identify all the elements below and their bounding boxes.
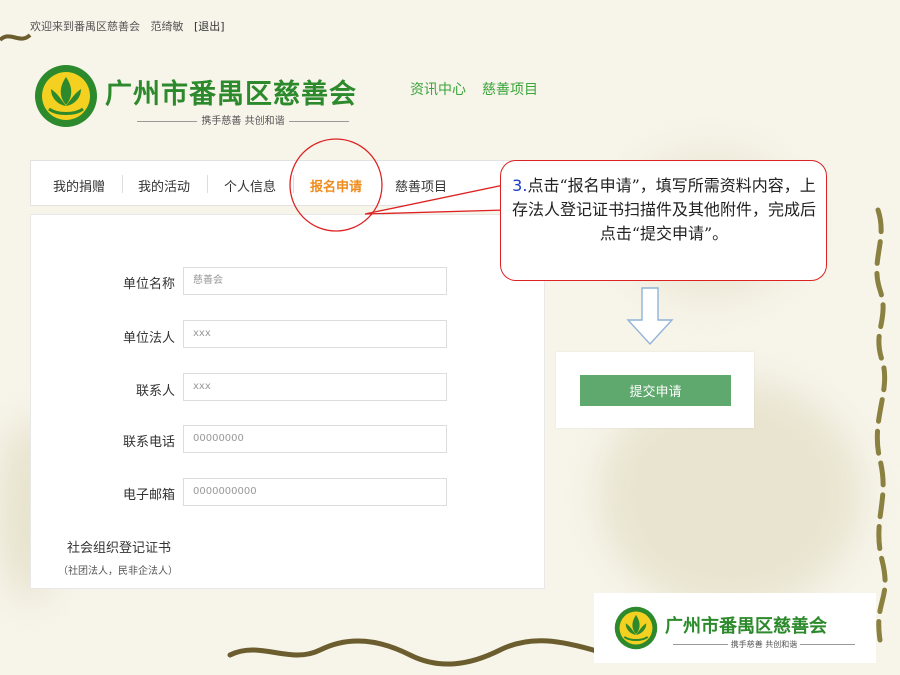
callout-pointer-cover <box>502 182 508 206</box>
instruction-step-number: 3. <box>512 176 528 195</box>
footer-site-title: 广州市番禺区慈善会 <box>665 616 827 637</box>
footer-slogan: 携手慈善 共创和谐 <box>665 639 863 650</box>
instruction-text: 3.点击“报名申请”，填写所需资料内容，上存法人登记证书扫描件及其他附件，完成后… <box>511 174 817 246</box>
footer-lotus-logo-icon <box>614 606 658 650</box>
instruction-body: 点击“报名申请”，填写所需资料内容，上存法人登记证书扫描件及其他附件，完成后点击… <box>511 176 816 243</box>
